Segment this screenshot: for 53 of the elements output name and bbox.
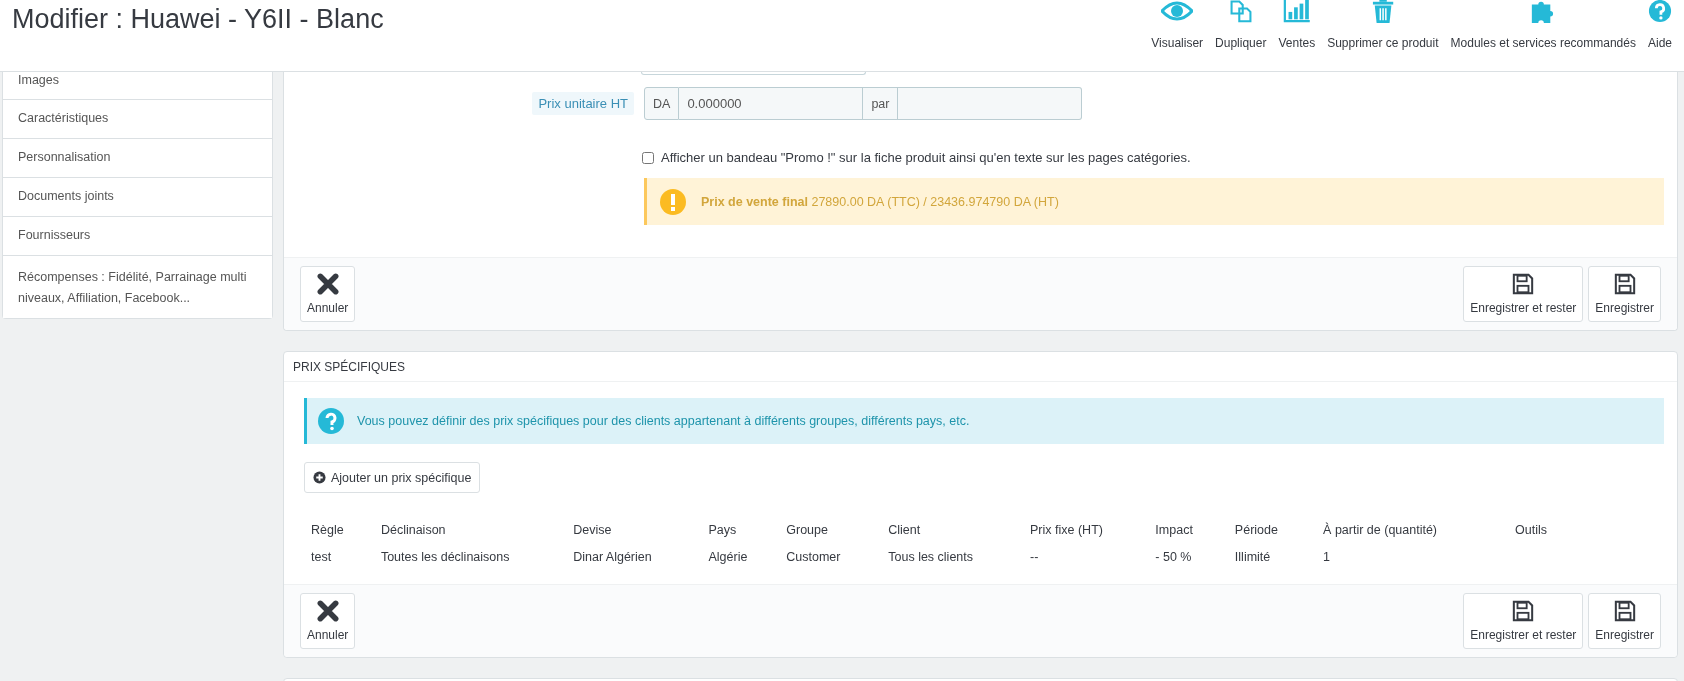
page-title: Modifier : Huawei - Y6II - Blanc [12,3,384,36]
column-header: Outils [1514,522,1548,539]
toolbar-button[interactable]: Dupliquer [1209,0,1273,50]
bar-chart-icon [1282,0,1311,23]
save-button[interactable]: Enregistrer [1588,593,1661,649]
eye-icon [1161,0,1194,23]
sidebar-item[interactable]: Images [3,72,272,100]
toolbar-button[interactable]: Visualiser [1145,0,1210,50]
save-button[interactable]: Enregistrer [1588,266,1661,322]
add-button[interactable]: Ajouter un prix spécifique [304,462,481,493]
column-header: Devise [572,522,613,539]
table-cell-text: 1 [1322,549,1332,566]
column-header: Pays [707,522,738,539]
cancel-button[interactable]: Annuler [300,593,356,649]
plus-circle-icon [313,471,326,484]
currency-addon: DA [644,87,680,120]
field-label: Prix unitaire HT [532,92,634,115]
column-header: Impact [1154,522,1194,539]
checkbox-label: Afficher un bandeau "Promo !" sur la fiche produit ainsi qu'en texte sur les pages catégories. [661,150,1191,165]
toolbar-button[interactable]: Ventes [1272,0,1322,50]
close-icon [315,273,340,295]
table-cell-text: Tous les clients [887,549,974,566]
table-cell-text: Customer [785,549,842,566]
exclamation-icon [659,187,687,216]
checkbox[interactable] [642,151,654,164]
table-cell-text: Toutes les déclinaisons [379,549,511,566]
save-button[interactable]: Enregistrer et rester [1463,266,1584,322]
table-cell-text: -- [1029,549,1040,566]
table-cell-text: - 50 % [1154,549,1193,566]
panel-title: PRIX SPÉCIFIQUES [293,359,406,374]
column-header: Règle [310,522,345,539]
toolbar-button[interactable]: Aide [1641,0,1678,50]
column-header: Groupe [785,522,829,539]
input-field[interactable] [898,87,1083,120]
input-field[interactable]: 0.000000 [679,87,864,120]
column-header: Déclinaison [379,522,447,539]
column-header: Client [887,522,922,539]
table-cell-text: Dinar Algérien [572,549,653,566]
toolbar-button[interactable]: Modules et services recommandés [1444,0,1642,50]
close-icon [315,600,340,622]
help-icon [317,407,345,435]
column-header: Prix fixe (HT) [1029,522,1104,539]
table-cell-text: Algérie [707,549,749,566]
alert-text: Vous pouvez définir des prix spécifiques pour des clients appartenant à différents groupes, différents pays, etc. [357,414,970,428]
save-button[interactable]: Enregistrer et rester [1463,593,1584,649]
toolbar-button[interactable]: Supprimer ce produit [1321,0,1445,50]
column-header: Période [1233,522,1279,539]
alert-text: Prix de vente final 27890.00 DA (TTC) / 23436.974790 DA (HT) [701,194,1059,209]
column-header: À partir de (quantité) [1322,521,1439,539]
cancel-button[interactable]: Annuler [300,266,356,322]
input-addon: par [863,87,899,120]
table-cell-text: Illimité [1233,549,1272,566]
table-cell-text: test [310,549,333,566]
